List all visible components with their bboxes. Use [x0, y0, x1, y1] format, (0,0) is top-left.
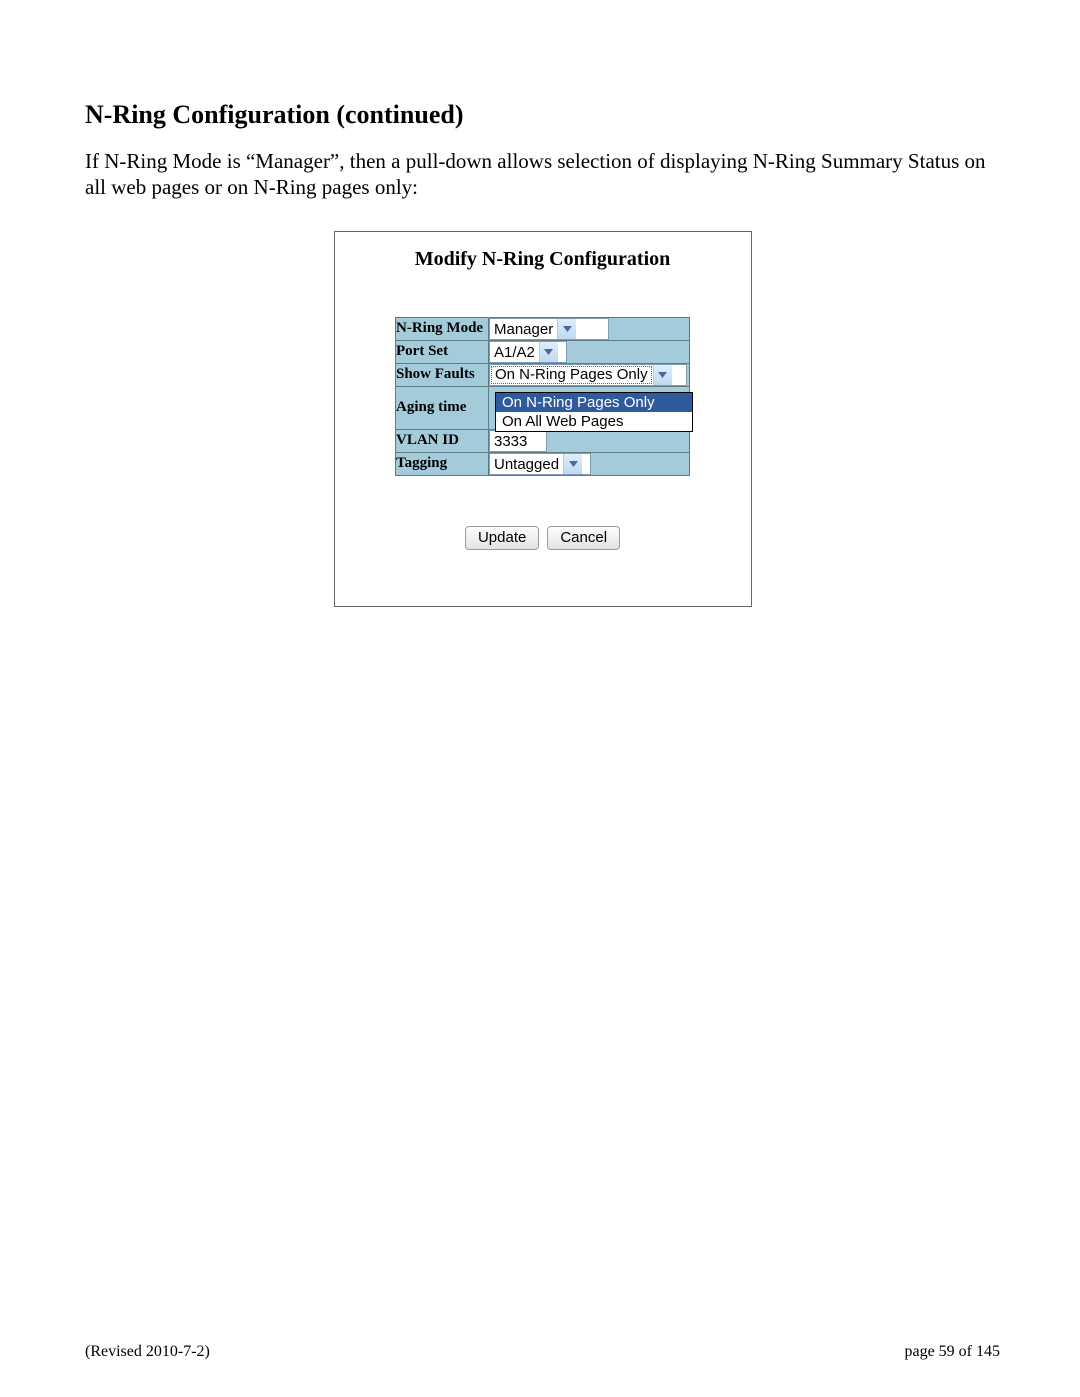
row-tagging: Tagging Untagged [396, 452, 690, 475]
port-set-select[interactable]: A1/A2 [489, 341, 567, 363]
config-panel: Modify N-Ring Configuration N-Ring Mode … [334, 231, 752, 607]
row-nring-mode: N-Ring Mode Manager [396, 317, 690, 340]
label-nring-mode: N-Ring Mode [396, 317, 489, 340]
label-tagging: Tagging [396, 452, 489, 475]
update-button[interactable]: Update [465, 526, 539, 550]
footer-revised: (Revised 2010-7-2) [85, 1343, 210, 1361]
cancel-button[interactable]: Cancel [547, 526, 620, 550]
document-page: N-Ring Configuration (continued) If N-Ri… [0, 0, 1080, 1397]
chevron-down-icon [557, 319, 576, 339]
row-show-faults: Show Faults On N-Ring Pages Only On N-Ri… [396, 363, 690, 386]
chevron-down-icon [563, 454, 582, 474]
label-aging-time: Aging time [396, 386, 489, 429]
row-port-set: Port Set A1/A2 [396, 340, 690, 363]
chevron-down-icon [653, 365, 672, 385]
show-faults-dropdown[interactable]: On N-Ring Pages Only On All Web Pages [495, 392, 693, 432]
footer-page: page 59 of 145 [904, 1343, 1000, 1361]
nring-mode-value: Manager [490, 319, 557, 339]
chevron-down-icon [539, 342, 558, 362]
tagging-value: Untagged [490, 454, 563, 474]
tagging-select[interactable]: Untagged [489, 453, 591, 475]
field-cell-port-set: A1/A2 [489, 340, 690, 363]
panel-wrap: Modify N-Ring Configuration N-Ring Mode … [85, 231, 1000, 607]
show-faults-select[interactable]: On N-Ring Pages Only [489, 364, 687, 386]
vlan-id-value: 3333 [494, 433, 527, 450]
body-paragraph: If N-Ring Mode is “Manager”, then a pull… [85, 148, 1000, 201]
panel-title: Modify N-Ring Configuration [351, 248, 735, 271]
row-vlan-id: VLAN ID 3333 [396, 429, 690, 452]
button-row: Update Cancel [351, 526, 735, 550]
port-set-value: A1/A2 [490, 342, 539, 362]
field-cell-show-faults: On N-Ring Pages Only On N-Ring Pages Onl… [489, 363, 690, 386]
vlan-id-input[interactable]: 3333 [489, 430, 547, 452]
page-footer: (Revised 2010-7-2) page 59 of 145 [85, 1343, 1000, 1361]
section-title: N-Ring Configuration (continued) [85, 100, 1000, 130]
show-faults-option[interactable]: On All Web Pages [496, 412, 692, 431]
show-faults-option[interactable]: On N-Ring Pages Only [496, 393, 692, 412]
label-port-set: Port Set [396, 340, 489, 363]
show-faults-value: On N-Ring Pages Only [491, 366, 652, 384]
label-vlan-id: VLAN ID [396, 429, 489, 452]
field-cell-nring-mode: Manager [489, 317, 690, 340]
label-show-faults: Show Faults [396, 363, 489, 386]
config-form-table: N-Ring Mode Manager Port Set [395, 317, 690, 476]
nring-mode-select[interactable]: Manager [489, 318, 609, 340]
field-cell-vlan-id: 3333 [489, 429, 690, 452]
field-cell-tagging: Untagged [489, 452, 690, 475]
